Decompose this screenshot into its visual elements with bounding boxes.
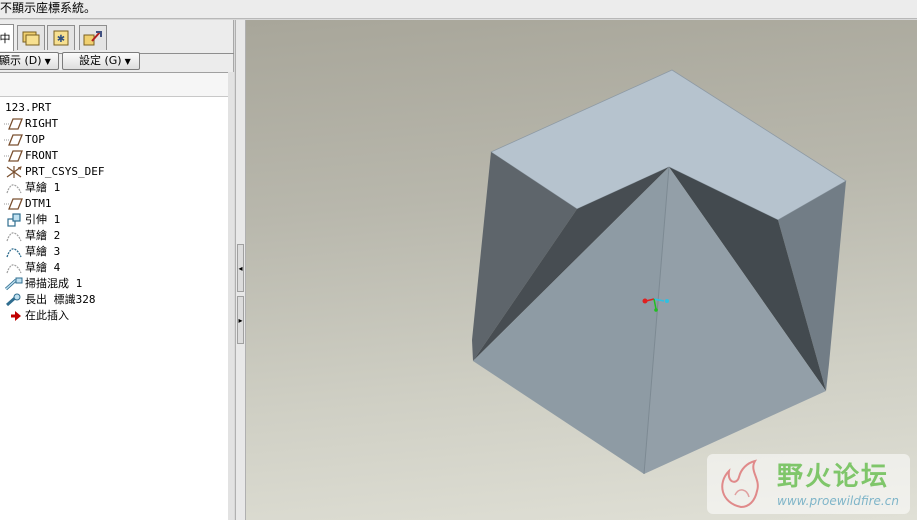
model-tree: 123.PRT RIGHT TOP FRONT PRT_CSYS_DEF 草繪 … bbox=[0, 72, 228, 520]
watermark: 野火论坛 www.proewildfire.cn bbox=[707, 454, 910, 514]
coordinate-system-icon bbox=[6, 166, 22, 178]
chevron-down-icon: ▼ bbox=[44, 57, 51, 66]
flame-logo-icon bbox=[721, 459, 759, 509]
tree-item-sketch-1[interactable]: 草繪 1 bbox=[0, 180, 60, 196]
settings-dropdown-label: 設定 (G) bbox=[79, 54, 122, 67]
datum-plane-icon bbox=[4, 118, 23, 130]
navigator-tabs: 中 ✱ bbox=[0, 24, 234, 54]
tree-item-protrusion[interactable]: 長出 標識328 bbox=[0, 292, 96, 308]
expand-right-icon[interactable]: ▸ bbox=[237, 296, 244, 344]
navigator-panel: 中 ✱ 顯示 (D) ▼ 設定 (G) ▼ 123.PRT RIGHT TOP … bbox=[0, 20, 234, 520]
folder-icon bbox=[22, 31, 40, 46]
sketch-icon bbox=[6, 232, 22, 242]
display-dropdown-label: 顯示 (D) bbox=[0, 54, 42, 67]
collapse-left-icon[interactable]: ◂ bbox=[237, 244, 244, 292]
sketch-icon bbox=[6, 248, 22, 258]
tree-item-sketch-4[interactable]: 草繪 4 bbox=[0, 260, 60, 276]
tree-item-label: 長出 標識328 bbox=[25, 293, 96, 306]
watermark-url: www.proewildfire.cn bbox=[777, 494, 899, 508]
tab-favorites[interactable]: ✱ bbox=[47, 25, 75, 50]
tree-root[interactable]: 123.PRT bbox=[0, 100, 51, 116]
tree-header bbox=[0, 73, 228, 97]
protrusion-icon bbox=[6, 293, 21, 307]
datum-plane-icon bbox=[4, 198, 23, 210]
datum-plane-icon bbox=[4, 134, 23, 146]
display-dropdown[interactable]: 顯示 (D) ▼ bbox=[0, 52, 59, 70]
tab-model-tree[interactable]: 中 bbox=[0, 24, 14, 51]
tree-item-label: PRT_CSYS_DEF bbox=[25, 165, 105, 178]
tree-item-label: 掃描混成 1 bbox=[25, 277, 83, 290]
tree-item-sketch-3[interactable]: 草繪 3 bbox=[0, 244, 60, 260]
tree-item-extrude-1[interactable]: 引伸 1 bbox=[0, 212, 60, 228]
watermark-title: 野火论坛 bbox=[777, 462, 890, 492]
tab-connections[interactable] bbox=[79, 25, 107, 50]
tree-item-right[interactable]: RIGHT bbox=[0, 116, 58, 132]
sketch-icon bbox=[6, 264, 22, 274]
tree-item-label: RIGHT bbox=[25, 117, 59, 130]
tree-item-sketch-2[interactable]: 草繪 2 bbox=[0, 228, 60, 244]
favorites-icon: ✱ bbox=[53, 30, 69, 46]
sketch-icon bbox=[6, 184, 22, 194]
tree-toolbar: 顯示 (D) ▼ 設定 (G) ▼ bbox=[0, 52, 234, 72]
panel-splitter[interactable]: ◂ ▸ bbox=[235, 20, 246, 520]
tree-scrollbar[interactable] bbox=[228, 72, 234, 520]
tree-item-dtm1[interactable]: DTM1 bbox=[0, 196, 52, 212]
model-tree-icon: 中 bbox=[0, 31, 11, 45]
graphics-window[interactable] bbox=[246, 20, 917, 520]
status-bar: 不顯示座標系統。 bbox=[0, 0, 917, 19]
settings-dropdown[interactable]: 設定 (G) ▼ bbox=[62, 52, 140, 70]
tree-item-front[interactable]: FRONT bbox=[0, 148, 58, 164]
insert-here-icon bbox=[11, 311, 21, 321]
chevron-down-icon: ▼ bbox=[124, 57, 131, 66]
tree-item-label: 草繪 2 bbox=[25, 229, 61, 242]
tab-folder-browser[interactable] bbox=[17, 25, 45, 50]
tree-item-insert-here[interactable]: 在此插入 bbox=[0, 308, 69, 324]
swept-blend-icon bbox=[4, 277, 23, 291]
datum-plane-icon bbox=[4, 150, 23, 162]
status-message: 不顯示座標系統。 bbox=[0, 1, 97, 15]
extrude-icon bbox=[7, 213, 21, 227]
model-viewport[interactable] bbox=[246, 20, 917, 520]
tree-item-label: TOP bbox=[25, 133, 45, 146]
tree-item-top[interactable]: TOP bbox=[0, 132, 45, 148]
connections-icon bbox=[83, 31, 102, 46]
tree-item-label: 在此插入 bbox=[25, 309, 69, 322]
svg-text:✱: ✱ bbox=[57, 34, 65, 45]
tree-item-prt-csys-def[interactable]: PRT_CSYS_DEF bbox=[0, 164, 104, 180]
tree-item-label: FRONT bbox=[25, 149, 59, 162]
tree-root-label: 123.PRT bbox=[5, 101, 52, 114]
tree-item-label: 草繪 1 bbox=[25, 181, 61, 194]
tree-item-label: 引伸 1 bbox=[25, 213, 61, 226]
tree-item-label: DTM1 bbox=[25, 197, 52, 210]
tree-item-label: 草繪 3 bbox=[25, 245, 61, 258]
tree-item-swept-blend-1[interactable]: 掃描混成 1 bbox=[0, 276, 82, 292]
tree-item-label: 草繪 4 bbox=[25, 261, 61, 274]
